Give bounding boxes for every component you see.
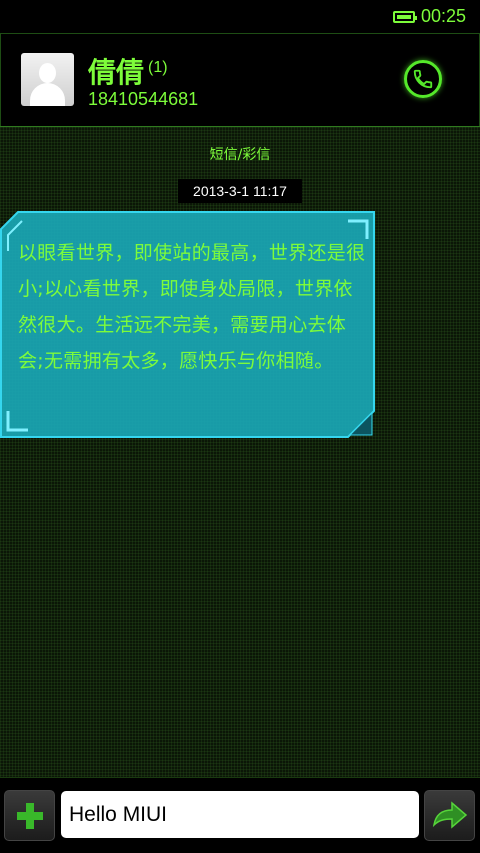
phone-number: 18410544681 (88, 89, 199, 109)
status-time: 00:25 (421, 6, 467, 26)
call-button[interactable] (404, 60, 442, 98)
send-button[interactable] (424, 790, 475, 841)
conversation-header: 倩倩 (1) 18410544681 (0, 33, 480, 127)
conversation-area[interactable]: 短信/彩信 2013-3-1 11:17 以眼看世界，即使站的最高，世界还是很小… (0, 127, 480, 777)
battery-full-icon (393, 11, 417, 23)
add-attachment-button[interactable] (4, 790, 55, 841)
phone-icon (413, 69, 433, 89)
contact-name[interactable]: 倩倩 (88, 51, 144, 91)
message-type-label: 短信/彩信 (209, 147, 271, 163)
status-bar: 00:25 (0, 0, 480, 33)
send-arrow-icon (432, 800, 467, 829)
message-count: (1) (148, 59, 168, 76)
message-text: 以眼看世界，即使站的最高，世界还是很小;以心看世界，即使身处局限，世界依然很大。… (18, 242, 366, 372)
message-bubble[interactable]: 以眼看世界，即使站的最高，世界还是很小;以心看世界，即使身处局限，世界依然很大。… (0, 211, 376, 439)
compose-bar (0, 777, 480, 853)
message-input[interactable] (61, 791, 419, 838)
message-timestamp: 2013-3-1 11:17 (178, 179, 302, 203)
default-avatar-icon[interactable] (21, 53, 74, 106)
